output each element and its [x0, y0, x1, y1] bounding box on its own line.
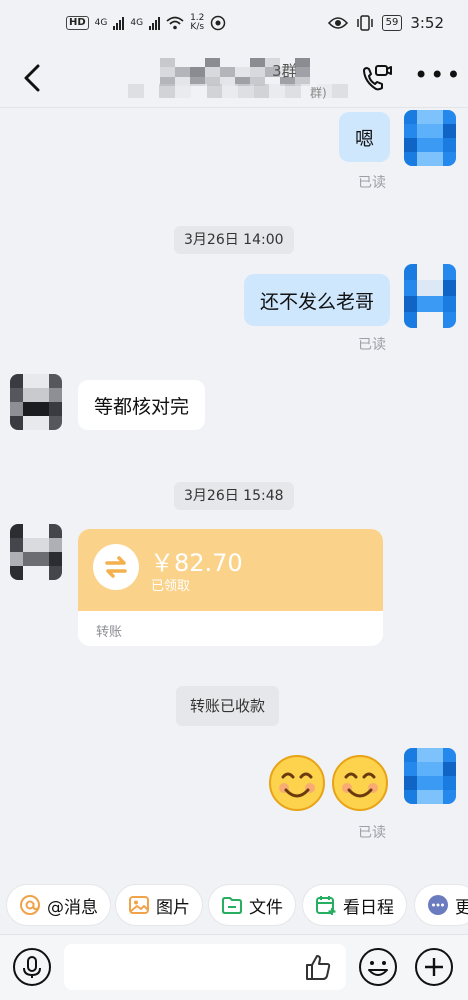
message-text: 还不发么老哥 [259, 290, 374, 313]
clock: 3:52 [410, 14, 444, 32]
image-icon [129, 896, 149, 914]
emoji-picker-icon[interactable] [358, 947, 398, 987]
transfer-card-header: ￥82.70 已领取 [78, 529, 383, 611]
smile-emoji[interactable] [331, 754, 389, 812]
quick-action-schedule[interactable]: 看日程 [302, 884, 407, 926]
chat-title: 3群 [272, 62, 297, 80]
quick-action-image[interactable]: 图片 [115, 884, 203, 926]
message-text: 等都核对完 [94, 395, 190, 418]
net-speed-unit: K/s [190, 22, 205, 32]
message-list[interactable]: 嗯 已读 3月26日 14:00 还不发么老哥 已读 等都核对完 3月26日 1… [0, 108, 468, 878]
quick-action-more[interactable]: 更 [414, 884, 468, 926]
network-type-2: 4G [130, 18, 144, 28]
my-avatar[interactable] [404, 748, 456, 804]
status-right: 59 3:52 [327, 14, 444, 32]
net-speed: 1.2 K/s [190, 14, 204, 32]
quick-action-label: 文件 [249, 897, 283, 918]
message-bubble-outgoing[interactable]: 嗯 [338, 112, 390, 162]
read-receipt: 已读 [358, 175, 386, 191]
transfer-icon [93, 544, 139, 590]
quick-action-at[interactable]: @消息 [6, 884, 111, 926]
signal-icon [113, 16, 125, 30]
transfer-label: 转账 [96, 625, 123, 640]
back-arrow-icon[interactable] [18, 60, 48, 96]
hotspot-icon [211, 15, 226, 31]
my-avatar[interactable] [404, 110, 456, 166]
my-avatar[interactable] [404, 264, 456, 328]
timestamp-chip: 3月26日 15:48 [174, 482, 294, 510]
vibrate-icon [356, 15, 373, 31]
video-call-icon[interactable] [358, 60, 394, 96]
quick-action-label: 更 [455, 897, 468, 918]
chat-header: 3群 群) ••• [0, 52, 468, 108]
transfer-card[interactable]: ￥82.70 已领取 转账 [78, 529, 383, 646]
quick-action-file[interactable]: 文件 [208, 884, 296, 926]
battery-icon: 59 [381, 15, 403, 31]
contact-avatar[interactable] [10, 374, 62, 430]
add-icon[interactable] [414, 947, 454, 987]
hd-badge: HD [66, 16, 89, 30]
message-bubble-outgoing[interactable]: 还不发么老哥 [243, 274, 390, 326]
more-options-icon[interactable]: ••• [414, 63, 462, 87]
status-left: HD 4G 4G 1.2 K/s [66, 14, 226, 32]
smile-emoji[interactable] [268, 754, 326, 812]
voice-icon[interactable] [12, 947, 52, 987]
read-receipt: 已读 [358, 337, 386, 353]
at-icon [20, 895, 40, 915]
message-text: 嗯 [354, 127, 374, 150]
more-dots-icon [428, 895, 448, 915]
chat-subtitle: 群) [310, 86, 327, 100]
eye-icon [327, 17, 348, 29]
timestamp-chip: 3月26日 14:00 [174, 226, 294, 254]
signal-icon-2 [149, 16, 161, 30]
quick-action-label: 看日程 [343, 897, 394, 918]
status-bar: HD 4G 4G 1.2 K/s 59 3:52 [0, 0, 468, 52]
calendar-add-icon [316, 896, 336, 915]
transfer-status: 已领取 [151, 579, 191, 594]
transfer-amount: ￥82.70 [150, 549, 243, 577]
network-type-1: 4G [94, 18, 108, 28]
input-bar [0, 934, 468, 1000]
wifi-icon [166, 16, 184, 30]
quick-action-label: @消息 [47, 897, 98, 918]
quick-actions-bar: @消息 图片 文件 看日程 更 [0, 878, 468, 934]
folder-icon [222, 897, 242, 914]
thumbs-up-icon[interactable] [303, 952, 333, 982]
system-notice: 转账已收款 [176, 686, 280, 726]
quick-action-label: 图片 [156, 897, 190, 918]
read-receipt: 已读 [358, 825, 386, 841]
contact-avatar[interactable] [10, 524, 62, 580]
message-bubble-incoming[interactable]: 等都核对完 [78, 380, 206, 430]
